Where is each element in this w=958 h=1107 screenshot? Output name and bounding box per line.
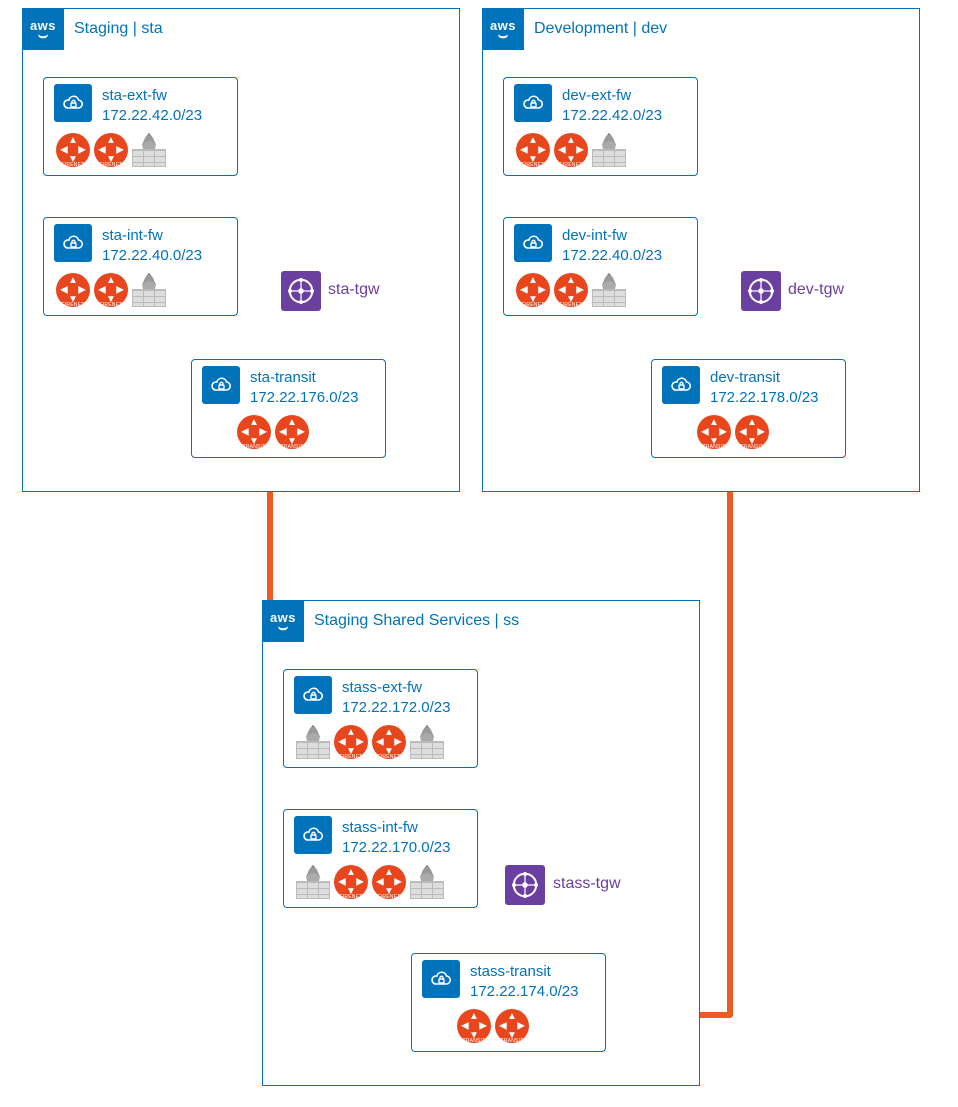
vpc-sta-int-fw: sta-int-fw 172.22.40.0/23 ▲▼▶◀FIRENET ▲▼…	[43, 217, 238, 316]
firewall-icon	[296, 865, 330, 899]
firenet-gateway-icon: ▲▼▶◀FIRENET	[516, 133, 550, 167]
transit-gateway-icon: ▲▼▶◀TRANSIT	[735, 415, 769, 449]
vpc-name: dev-transit	[710, 368, 818, 388]
firewall-icon	[410, 725, 444, 759]
vpc-sta-ext-fw: sta-ext-fw 172.22.42.0/23 ▲▼▶◀FIRENET ▲▼…	[43, 77, 238, 176]
transit-gateway-icon: ▲▼▶◀TRANSIT	[275, 415, 309, 449]
account-development: aws⌣ Development | dev dev-ext-fw 172.22…	[482, 8, 920, 492]
vpc-stass-transit: stass-transit 172.22.174.0/23 ▲▼▶◀TRANSI…	[411, 953, 606, 1052]
account-title: Staging Shared Services | ss	[314, 612, 519, 630]
vpc-stass-ext-fw: stass-ext-fw 172.22.172.0/23 ▲▼▶◀FIRENET…	[283, 669, 478, 768]
vpc-cloud-icon	[54, 84, 92, 122]
aws-logo-icon: aws⌣	[262, 600, 304, 642]
tgw-label: stass-tgw	[553, 875, 621, 893]
tgw-dev	[741, 271, 781, 311]
account-header: aws⌣ Staging Shared Services | ss	[262, 600, 519, 642]
account-shared-services: aws⌣ Staging Shared Services | ss stass-…	[262, 600, 700, 1086]
vpc-cloud-icon	[514, 224, 552, 262]
tgw-label: sta-tgw	[328, 281, 380, 299]
aws-logo-icon: aws⌣	[482, 8, 524, 50]
transit-gateway-icon: ▲▼▶◀TRANSIT	[457, 1009, 491, 1043]
firewall-icon	[132, 133, 166, 167]
firenet-gateway-icon: ▲▼▶◀FIRENET	[372, 725, 406, 759]
vpc-cloud-icon	[202, 366, 240, 404]
vpc-cidr: 172.22.178.0/23	[710, 388, 818, 408]
vpc-cidr: 172.22.42.0/23	[102, 106, 202, 126]
vpc-cloud-icon	[54, 224, 92, 262]
vpc-name: stass-int-fw	[342, 818, 450, 838]
firenet-gateway-icon: ▲▼▶◀FIRENET	[516, 273, 550, 307]
firenet-gateway-icon: ▲▼▶◀FIRENET	[554, 273, 588, 307]
vpc-name: sta-transit	[250, 368, 358, 388]
vpc-name: dev-int-fw	[562, 226, 662, 246]
vpc-name: stass-ext-fw	[342, 678, 450, 698]
firenet-gateway-icon: ▲▼▶◀FIRENET	[94, 273, 128, 307]
firenet-gateway-icon: ▲▼▶◀FIRENET	[372, 865, 406, 899]
firewall-icon	[296, 725, 330, 759]
aws-logo-icon: aws⌣	[22, 8, 64, 50]
firenet-gateway-icon: ▲▼▶◀FIRENET	[334, 865, 368, 899]
vpc-cloud-icon	[294, 676, 332, 714]
firewall-icon	[592, 133, 626, 167]
tgw-stass	[505, 865, 545, 905]
vpc-cloud-icon	[422, 960, 460, 998]
firenet-gateway-icon: ▲▼▶◀FIRENET	[94, 133, 128, 167]
transit-gateway-icon: ▲▼▶◀TRANSIT	[495, 1009, 529, 1043]
tgw-label: dev-tgw	[788, 281, 844, 299]
firenet-gateway-icon: ▲▼▶◀FIRENET	[56, 273, 90, 307]
vpc-dev-transit: dev-transit 172.22.178.0/23 ▲▼▶◀TRANSIT …	[651, 359, 846, 458]
vpc-stass-int-fw: stass-int-fw 172.22.170.0/23 ▲▼▶◀FIRENET…	[283, 809, 478, 908]
firewall-icon	[132, 273, 166, 307]
tgw-sta	[281, 271, 321, 311]
vpc-cidr: 172.22.174.0/23	[470, 982, 578, 1002]
vpc-name: dev-ext-fw	[562, 86, 662, 106]
account-title: Development | dev	[534, 20, 667, 38]
firewall-icon	[592, 273, 626, 307]
account-title: Staging | sta	[74, 20, 163, 38]
vpc-cloud-icon	[294, 816, 332, 854]
firewall-icon	[410, 865, 444, 899]
account-staging: aws⌣ Staging | sta sta-ext-fw 172.22.42.…	[22, 8, 460, 492]
firenet-gateway-icon: ▲▼▶◀FIRENET	[334, 725, 368, 759]
account-header: aws⌣ Development | dev	[482, 8, 667, 50]
transit-gateway-icon: ▲▼▶◀TRANSIT	[697, 415, 731, 449]
firenet-gateway-icon: ▲▼▶◀FIRENET	[554, 133, 588, 167]
account-header: aws⌣ Staging | sta	[22, 8, 163, 50]
vpc-dev-int-fw: dev-int-fw 172.22.40.0/23 ▲▼▶◀FIRENET ▲▼…	[503, 217, 698, 316]
vpc-cidr: 172.22.170.0/23	[342, 838, 450, 858]
vpc-cloud-icon	[662, 366, 700, 404]
vpc-cloud-icon	[514, 84, 552, 122]
firenet-gateway-icon: ▲▼▶◀FIRENET	[56, 133, 90, 167]
vpc-cidr: 172.22.172.0/23	[342, 698, 450, 718]
transit-gateway-icon: ▲▼▶◀TRANSIT	[237, 415, 271, 449]
vpc-name: stass-transit	[470, 962, 578, 982]
vpc-name: sta-int-fw	[102, 226, 202, 246]
vpc-cidr: 172.22.42.0/23	[562, 106, 662, 126]
vpc-name: sta-ext-fw	[102, 86, 202, 106]
vpc-dev-ext-fw: dev-ext-fw 172.22.42.0/23 ▲▼▶◀FIRENET ▲▼…	[503, 77, 698, 176]
vpc-cidr: 172.22.40.0/23	[562, 246, 662, 266]
vpc-cidr: 172.22.176.0/23	[250, 388, 358, 408]
vpc-cidr: 172.22.40.0/23	[102, 246, 202, 266]
vpc-sta-transit: sta-transit 172.22.176.0/23 ▲▼▶◀TRANSIT …	[191, 359, 386, 458]
